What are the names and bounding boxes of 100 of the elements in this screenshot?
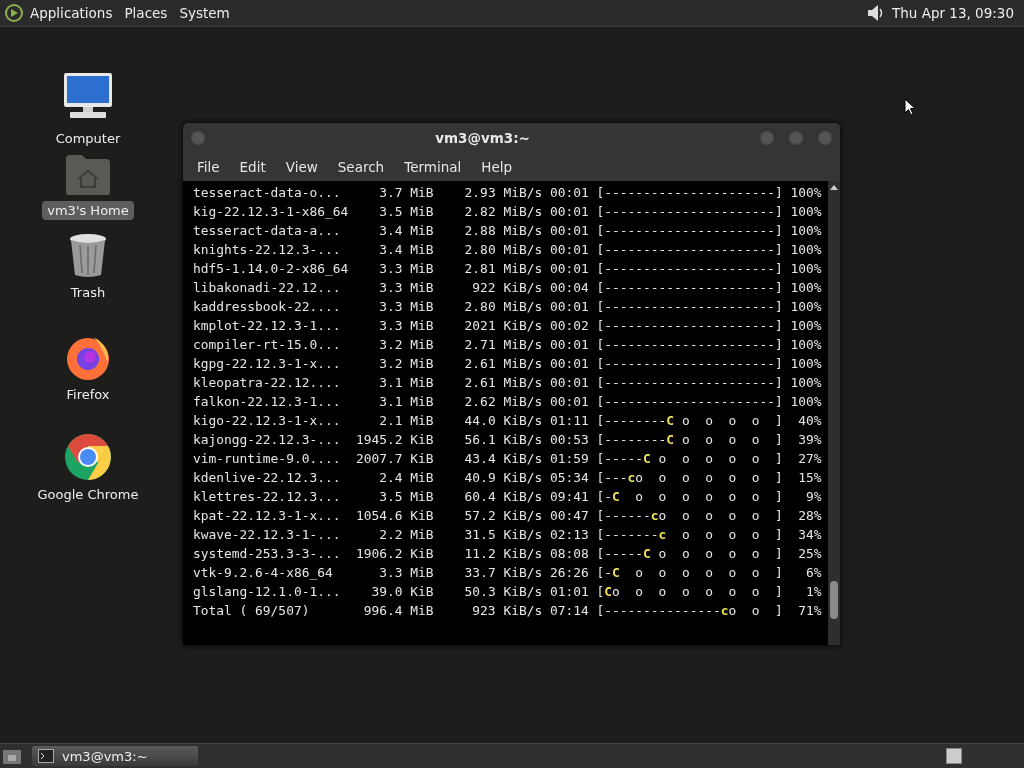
download-size: 3.4 MiB [378, 241, 434, 259]
download-size: 2.2 MiB [378, 526, 434, 544]
percent: 71% [797, 602, 822, 620]
menu-item[interactable]: Help [471, 159, 523, 175]
package-name: Total ( 69/507) [193, 602, 311, 620]
menu-item[interactable]: Search [327, 159, 395, 175]
download-rate: 922 KiB/s [471, 279, 543, 297]
eta: 00:01 [549, 222, 589, 240]
desktop-icon-label[interactable]: Google Chrome [32, 485, 144, 504]
progress-text: [----------------------] [596, 393, 783, 411]
download-rate: 60.4 KiB/s [463, 488, 543, 506]
eta: 00:01 [549, 241, 589, 259]
download-rate: 31.5 KiB/s [463, 526, 543, 544]
panel-menu[interactable]: System [173, 3, 236, 23]
scrollbar-thumb[interactable] [830, 581, 838, 619]
eta: 00:01 [549, 374, 589, 392]
progress-text: [--------C o o o o ] [596, 431, 783, 449]
menu-item[interactable]: File [187, 159, 230, 175]
package-name: knights-22.12.3-... [193, 241, 342, 259]
percent: 6% [805, 564, 822, 582]
eta: 00:02 [549, 317, 589, 335]
eta: 07:14 [549, 602, 589, 620]
terminal-icon [38, 749, 54, 763]
download-size: 3.2 MiB [378, 336, 434, 354]
progress-text: [-----C o o o o o ] [596, 450, 783, 468]
percent: 100% [789, 374, 822, 392]
desktop-icon-label[interactable]: Firefox [61, 385, 115, 404]
eta: 00:01 [549, 298, 589, 316]
percent: 100% [789, 260, 822, 278]
progress-text: [----------------------] [596, 317, 783, 335]
desktop-icon-label[interactable]: Computer [50, 129, 126, 148]
scrollbar[interactable] [828, 181, 840, 645]
package-name: libakonadi-22.12... [193, 279, 342, 297]
download-size: 3.3 MiB [378, 279, 434, 297]
download-rate: 2.62 MiB/s [463, 393, 543, 411]
download-size: 39.0 KiB [370, 583, 434, 601]
download-size: 3.2 MiB [378, 355, 434, 373]
package-name: tesseract-data-o... [193, 184, 342, 202]
download-size: 3.3 MiB [378, 317, 434, 335]
menu-item[interactable]: Edit [229, 159, 276, 175]
package-name: kdenlive-22.12.3... [193, 469, 342, 487]
download-size: 1054.6 KiB [354, 507, 434, 525]
package-name: falkon-22.12.3-1... [193, 393, 342, 411]
download-rate: 50.3 KiB/s [463, 583, 543, 601]
panel-menu[interactable]: Places [118, 3, 174, 23]
download-rate: 44.0 KiB/s [463, 412, 543, 430]
download-rate: 2.61 MiB/s [463, 355, 543, 373]
package-name: kajongg-22.12.3-... [193, 431, 342, 449]
percent: 34% [797, 526, 822, 544]
download-rate: 2.82 MiB/s [463, 203, 543, 221]
desktop-icon-label[interactable]: Trash [65, 283, 111, 302]
percent: 100% [789, 298, 822, 316]
download-rate: 43.4 KiB/s [463, 450, 543, 468]
package-name: kig-22.12.3-1-x86_64 [193, 203, 349, 221]
download-size: 2.1 MiB [378, 412, 434, 430]
eta: 00:01 [549, 355, 589, 373]
desktop-icon-label[interactable]: vm3's Home [42, 201, 134, 220]
menu-item[interactable]: Terminal [394, 159, 472, 175]
download-rate: 2.88 MiB/s [463, 222, 543, 240]
minimize-button[interactable] [758, 129, 776, 147]
show-desktop-icon[interactable] [2, 747, 22, 765]
menu-item[interactable]: View [275, 159, 328, 175]
maximize-button[interactable] [787, 129, 805, 147]
eta: 00:01 [549, 203, 589, 221]
eta: 01:59 [549, 450, 589, 468]
download-size: 3.5 MiB [378, 203, 434, 221]
download-size: 2.4 MiB [378, 469, 434, 487]
download-rate: 2.93 MiB/s [463, 184, 543, 202]
eta: 00:01 [549, 260, 589, 278]
progress-text: [----------------------] [596, 184, 783, 202]
download-rate: 56.1 KiB/s [463, 431, 543, 449]
workspace-switcher[interactable] [946, 748, 962, 764]
percent: 100% [789, 336, 822, 354]
package-name: kgpg-22.12.3-1-x... [193, 355, 342, 373]
percent: 100% [789, 241, 822, 259]
window-menu-button[interactable] [189, 129, 207, 147]
download-size: 996.4 MiB [362, 602, 434, 620]
download-rate: 57.2 KiB/s [463, 507, 543, 525]
close-button[interactable] [816, 129, 834, 147]
download-size: 3.3 MiB [378, 260, 434, 278]
download-size: 3.3 MiB [378, 564, 434, 582]
taskbar-button[interactable]: vm3@vm3:~ [32, 746, 198, 766]
download-rate: 11.2 KiB/s [463, 545, 543, 563]
percent: 100% [789, 279, 822, 297]
percent: 100% [789, 355, 822, 373]
panel-menu[interactable]: Applications [24, 3, 119, 23]
logo-icon[interactable] [4, 3, 24, 23]
scroll-up-icon[interactable] [829, 183, 839, 191]
eta: 00:01 [549, 184, 589, 202]
download-size: 2007.7 KiB [354, 450, 434, 468]
package-name: vtk-9.2.6-4-x86_64 [193, 564, 334, 582]
download-size: 3.4 MiB [378, 222, 434, 240]
download-size: 1906.2 KiB [354, 545, 434, 563]
download-rate: 2021 KiB/s [463, 317, 543, 335]
progress-text: [----------------------] [596, 260, 783, 278]
progress-text: [----------------------] [596, 203, 783, 221]
trash-icon [68, 233, 108, 279]
progress-text: [----------------------] [596, 355, 783, 373]
clock[interactable]: Thu Apr 13, 09:30 [886, 3, 1020, 23]
eta: 00:01 [549, 393, 589, 411]
